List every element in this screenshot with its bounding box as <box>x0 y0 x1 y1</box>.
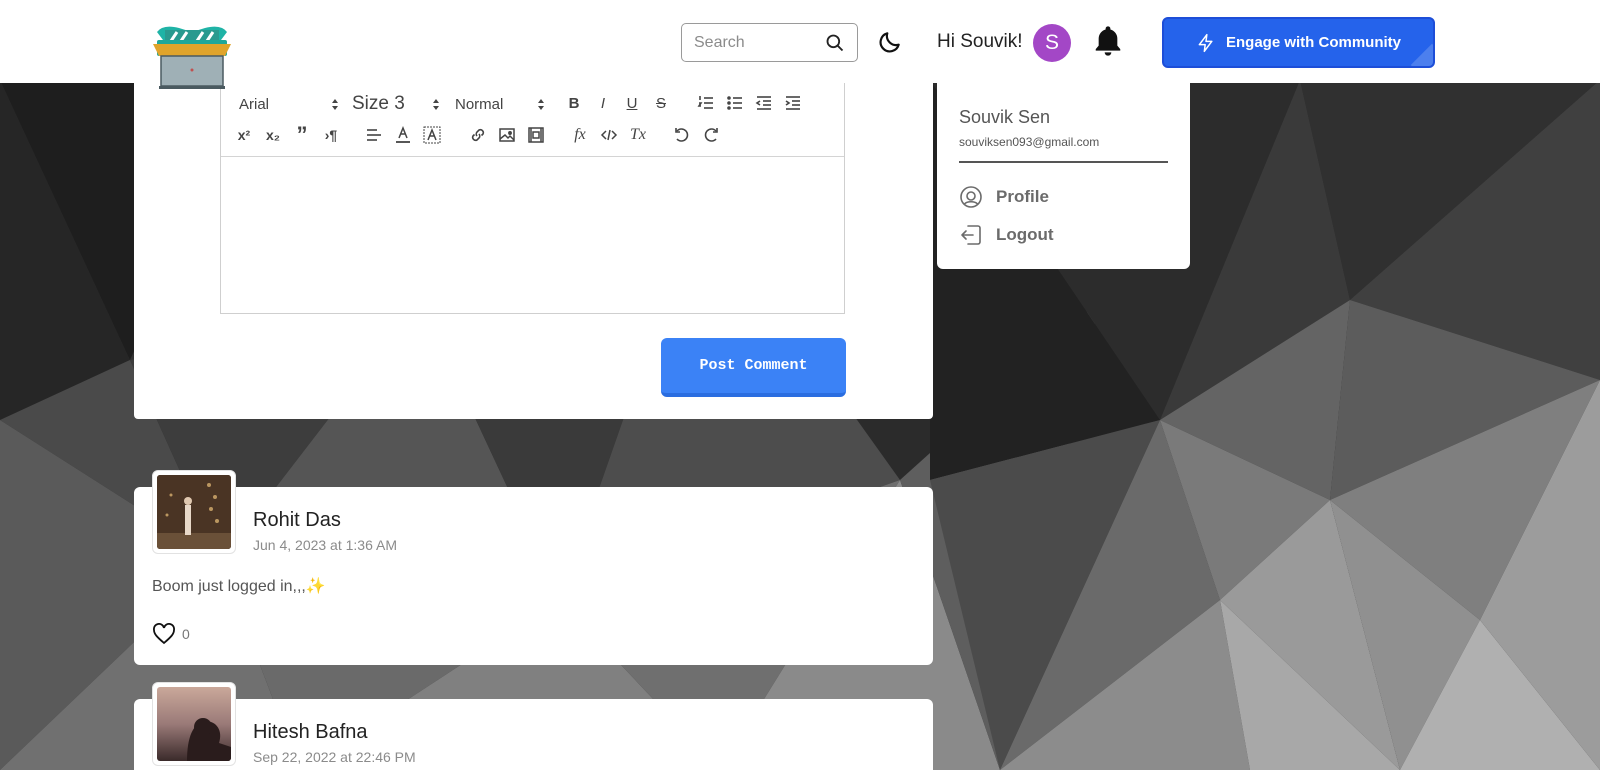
engage-label: Engage with Community <box>1225 34 1401 51</box>
site-logo[interactable] <box>151 22 233 90</box>
font-select-value: Arial <box>239 95 270 113</box>
comment-text: Boom just logged in,,,✨ <box>152 578 326 595</box>
profile-circle-icon <box>960 186 982 208</box>
comment-card: Rohit Das Jun 4, 2023 at 1:36 AM Boom ju… <box>134 470 933 665</box>
blockquote-icon[interactable]: ” <box>291 122 313 147</box>
comment-author[interactable]: Rohit Das <box>253 509 341 532</box>
indent-icon[interactable] <box>782 92 804 114</box>
align-left-icon[interactable] <box>363 124 385 146</box>
search-box[interactable] <box>681 23 858 62</box>
greeting-text: Hi Souvik! <box>937 31 1023 52</box>
comment-date: Jun 4, 2023 at 1:36 AM <box>253 537 397 553</box>
image-icon[interactable] <box>496 124 518 146</box>
italic-icon[interactable]: I <box>592 92 614 114</box>
underline-icon[interactable]: U <box>621 92 643 114</box>
bullet-list-icon[interactable] <box>724 92 746 114</box>
comment-avatar[interactable] <box>152 682 236 766</box>
post-comment-button[interactable]: Post Comment <box>661 338 846 397</box>
editor-content-area[interactable] <box>221 158 844 313</box>
size-select[interactable]: Size 3 <box>352 93 440 115</box>
comment-avatar[interactable] <box>152 470 236 554</box>
subscript-icon[interactable]: x₂ <box>262 124 284 146</box>
menu-item-profile[interactable]: Profile <box>959 184 1049 210</box>
rich-text-editor: Arial Size 3 Normal B I U S x² x₂ ” ›¶ f… <box>220 82 845 314</box>
code-block-icon[interactable] <box>598 124 620 146</box>
user-avatar[interactable]: S <box>1033 24 1071 62</box>
comment-author[interactable]: Hitesh Bafna <box>253 721 368 744</box>
avatar-photo <box>157 687 231 761</box>
engage-community-button[interactable]: Engage with Community <box>1162 17 1435 68</box>
superscript-icon[interactable]: x² <box>233 124 255 146</box>
formula-icon[interactable]: fx <box>569 124 591 146</box>
lightning-icon <box>1198 33 1213 52</box>
video-icon[interactable] <box>525 124 547 146</box>
user-menu-name: Souvik Sen <box>959 107 1051 127</box>
menu-item-logout[interactable]: Logout <box>959 222 1054 248</box>
logout-icon <box>961 225 981 245</box>
user-menu-dropdown: Souvik Sen souviksen093@gmail.com Profil… <box>937 83 1190 269</box>
text-color-icon[interactable] <box>392 124 414 146</box>
search-input[interactable] <box>694 32 822 54</box>
like-control[interactable]: 0 <box>152 623 190 645</box>
size-select-value: Size 3 <box>352 93 405 114</box>
avatar-photo <box>157 475 231 549</box>
notification-bell-icon[interactable] <box>1092 23 1124 59</box>
comment-date: Sep 22, 2022 at 22:46 PM <box>253 749 416 765</box>
strikethrough-icon[interactable]: S <box>650 92 672 114</box>
link-icon[interactable] <box>467 124 489 146</box>
top-navbar: Hi Souvik! S Engage with Community <box>0 0 1600 83</box>
text-direction-icon[interactable]: ›¶ <box>320 124 342 146</box>
redo-icon[interactable] <box>700 124 722 146</box>
select-arrows-icon <box>538 99 544 110</box>
bold-icon[interactable]: B <box>563 92 585 114</box>
like-count: 0 <box>182 626 190 642</box>
editor-toolbar: Arial Size 3 Normal B I U S x² x₂ ” ›¶ f… <box>221 83 844 157</box>
comment-card: Hitesh Bafna Sep 22, 2022 at 22:46 PM <box>134 682 933 770</box>
heart-icon[interactable] <box>152 623 176 645</box>
heading-select-value: Normal <box>455 95 504 113</box>
search-icon[interactable] <box>825 33 845 53</box>
clear-format-icon[interactable]: Tx <box>627 124 649 146</box>
undo-icon[interactable] <box>671 124 693 146</box>
outdent-icon[interactable] <box>753 92 775 114</box>
menu-item-label: Profile <box>996 187 1049 206</box>
comment-editor-card: Arial Size 3 Normal B I U S x² x₂ ” ›¶ f… <box>134 70 933 419</box>
divider <box>959 161 1168 163</box>
ordered-list-icon[interactable] <box>695 92 717 114</box>
font-select[interactable]: Arial <box>239 93 339 115</box>
dark-mode-moon-icon[interactable] <box>877 29 903 55</box>
background-color-icon[interactable] <box>421 124 443 146</box>
heading-select[interactable]: Normal <box>455 93 545 115</box>
menu-item-label: Logout <box>996 225 1054 244</box>
user-menu-email: souviksen093@gmail.com <box>959 135 1100 149</box>
select-arrows-icon <box>332 99 338 110</box>
select-arrows-icon <box>433 99 439 110</box>
